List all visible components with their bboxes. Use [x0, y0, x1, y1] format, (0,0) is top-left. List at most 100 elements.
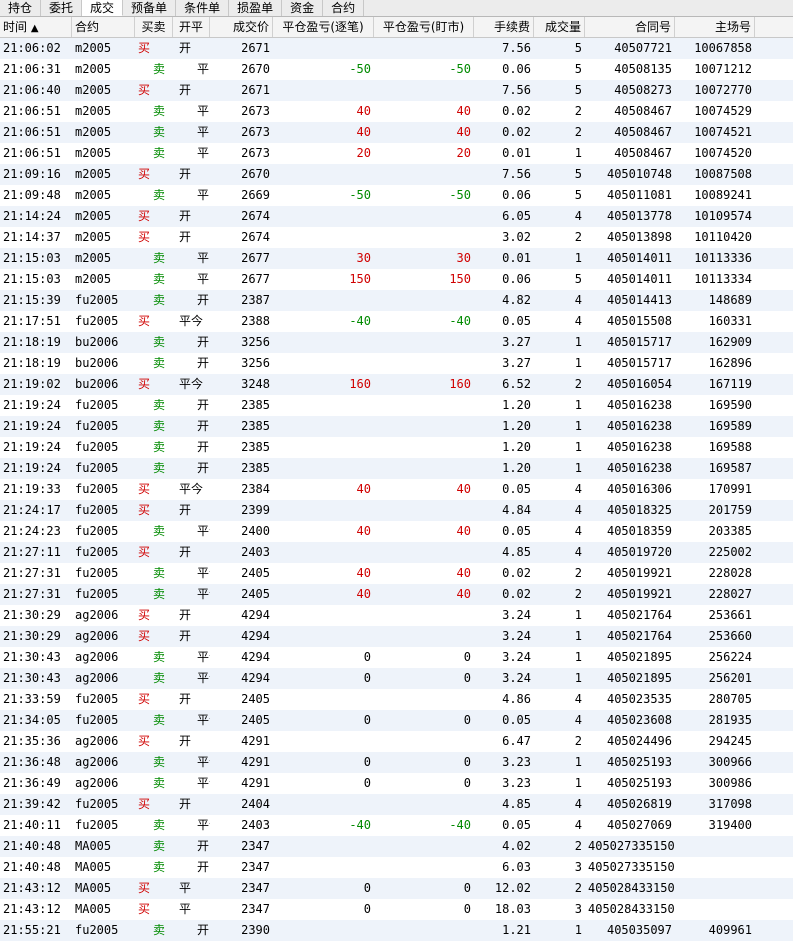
table-row[interactable]: 21:27:31 fu2005 卖 平今 2405 40 40 0.02 2 405019921 2…: [0, 584, 793, 605]
cell-openclose: 平今: [197, 566, 210, 580]
cell-price: 2405: [241, 692, 270, 706]
table-row[interactable]: 21:35:36 ag2006 买 开 4291 6.47 2 405024496 294245: [0, 731, 793, 752]
table-row[interactable]: 21:39:42 fu2005 买 开 2404 4.85 4 405026819 317098: [0, 794, 793, 815]
col-header-fee[interactable]: 手续费: [474, 17, 534, 37]
col-header-qty[interactable]: 成交量: [534, 17, 585, 37]
table-row[interactable]: 21:06:40 m2005 买 开 2671 7.56 5 40508273 10072770: [0, 80, 793, 101]
table-row[interactable]: 21:40:48 MA005 卖 开 2347 4.02 2 4050273351500585…: [0, 836, 793, 857]
cell-time: 21:06:51: [3, 125, 61, 139]
table-row[interactable]: 21:43:12 MA005 买 平 2347 0 0 18.03 3 4050284331500…: [0, 899, 793, 920]
cell-time: 21:35:36: [3, 734, 61, 748]
tab-4[interactable]: 条件单: [176, 0, 230, 16]
cell-qty: 1: [574, 755, 582, 769]
table-row[interactable]: 21:27:31 fu2005 卖 平今 2405 40 40 0.02 2 405019921 2…: [0, 563, 793, 584]
tab-3[interactable]: 预备单: [123, 0, 177, 16]
cell-qty: 3: [574, 860, 582, 874]
table-row[interactable]: 21:24:17 fu2005 买 开 2399 4.84 4 405018325 201759: [0, 500, 793, 521]
table-row[interactable]: 21:06:51 m2005 卖 平 2673 40 40 0.02 2 40508467 1007…: [0, 101, 793, 122]
tab-1[interactable]: 委托: [41, 0, 83, 16]
table-row[interactable]: 21:06:51 m2005 卖 平 2673 20 20 0.01 1 40508467 1007…: [0, 143, 793, 164]
col-header-match-no[interactable]: 主场号: [675, 17, 755, 37]
cell-match-no: 280705: [708, 692, 752, 706]
table-row[interactable]: 21:30:29 ag2006 买 开 4294 3.24 1 405021764 253660: [0, 626, 793, 647]
table-row[interactable]: 21:30:43 ag2006 卖 平今 4294 0 0 3.24 1 405021895 256…: [0, 668, 793, 689]
table-row[interactable]: 21:19:24 fu2005 卖 开 2385 1.20 1 405016238 169590: [0, 395, 793, 416]
cell-price: 3256: [241, 335, 270, 349]
table-row[interactable]: 21:34:05 fu2005 卖 平今 2405 0 0 0.05 4 405023608 281…: [0, 710, 793, 731]
tab-6[interactable]: 资金: [282, 0, 324, 16]
col-header-contract-no[interactable]: 合同号: [585, 17, 675, 37]
table-row[interactable]: 21:15:03 m2005 卖 平 2677 150 150 0.06 5 405014011 1…: [0, 269, 793, 290]
cell-price: 2399: [241, 503, 270, 517]
cell-fee: 3.24: [502, 608, 531, 622]
cell-match-no: 225002: [708, 545, 752, 559]
table-row[interactable]: 21:14:37 m2005 买 开 2674 3.02 2 405013898 1011042…: [0, 227, 793, 248]
cell-pnl-trade: 0: [363, 650, 371, 664]
table-row[interactable]: 21:18:19 bu2006 卖 开 3256 3.27 1 405015717 162896: [0, 353, 793, 374]
table-row[interactable]: 21:06:51 m2005 卖 平 2673 40 40 0.02 2 40508467 1007…: [0, 122, 793, 143]
col-header-time[interactable]: 时间 ▲: [0, 17, 72, 37]
cell-openclose: 开: [197, 356, 210, 370]
table-row[interactable]: 21:19:33 fu2005 买 平今 2384 40 40 0.05 4 405016306 1…: [0, 479, 793, 500]
cell-time: 21:36:49: [3, 776, 61, 790]
cell-fee: 4.84: [502, 503, 531, 517]
table-row[interactable]: 21:40:48 MA005 卖 开 2347 6.03 3 4050273351500585…: [0, 857, 793, 878]
cell-qty: 4: [574, 503, 582, 517]
tab-7[interactable]: 合约: [323, 0, 365, 16]
cell-match-no: 169589: [708, 419, 752, 433]
cell-time: 21:40:48: [3, 860, 61, 874]
cell-match-no: 162896: [708, 356, 752, 370]
table-row[interactable]: 21:33:59 fu2005 买 开 2405 4.86 4 405023535 280705: [0, 689, 793, 710]
table-row[interactable]: 21:19:02 bu2006 买 平今 3248 160 160 6.52 2 40501605…: [0, 374, 793, 395]
table-row[interactable]: 21:36:48 ag2006 卖 平今 4291 0 0 3.23 1 405025193 300…: [0, 752, 793, 773]
col-header-pnl-mark[interactable]: 平仓盈亏(盯市): [374, 17, 474, 37]
table-row[interactable]: 21:09:16 m2005 买 开 2670 7.56 5 405010748 1008750…: [0, 164, 793, 185]
table-row[interactable]: 21:17:51 fu2005 买 平今 2388 -40 -40 0.05 4 40501550…: [0, 311, 793, 332]
table-row[interactable]: 21:24:23 fu2005 卖 平今 2400 40 40 0.05 4 405018359 2…: [0, 521, 793, 542]
cell-pnl-trade: 0: [363, 713, 371, 727]
table-row[interactable]: 21:27:11 fu2005 买 开 2403 4.85 4 405019720 225002: [0, 542, 793, 563]
cell-fee: 0.01: [502, 251, 531, 265]
table-row[interactable]: 21:19:24 fu2005 卖 开 2385 1.20 1 405016238 169588: [0, 437, 793, 458]
cell-side: 卖: [153, 587, 166, 601]
cell-contract-no: 4050273351500585451: [588, 839, 675, 853]
table-row[interactable]: 21:14:24 m2005 买 开 2674 6.05 4 405013778 1010957…: [0, 206, 793, 227]
col-header-openclose[interactable]: 开平: [173, 17, 210, 37]
cell-contract: ag2006: [75, 671, 119, 685]
cell-openclose: 开: [179, 209, 192, 223]
cell-qty: 1: [574, 671, 582, 685]
cell-contract: ag2006: [75, 650, 119, 664]
table-row[interactable]: 21:30:43 ag2006 卖 平今 4294 0 0 3.24 1 405021895 256…: [0, 647, 793, 668]
table-row[interactable]: 21:36:49 ag2006 卖 平今 4291 0 0 3.23 1 405025193 300…: [0, 773, 793, 794]
table-row[interactable]: 21:09:48 m2005 卖 平 2669 -50 -50 0.06 5 405011081 1…: [0, 185, 793, 206]
col-header-price[interactable]: 成交价: [210, 17, 273, 37]
table-row[interactable]: 21:15:39 fu2005 卖 开 2387 4.82 4 405014413 148689: [0, 290, 793, 311]
table-row[interactable]: 21:43:12 MA005 买 平 2347 0 0 12.02 2 4050284331500…: [0, 878, 793, 899]
col-header-contract[interactable]: 合约: [72, 17, 135, 37]
cell-match-no: 253660: [708, 629, 752, 643]
tab-0[interactable]: 持仓: [0, 0, 42, 16]
table-row[interactable]: 21:55:21 fu2005 卖 开 2390 1.21 1 405035097 409961: [0, 920, 793, 941]
table-row[interactable]: 21:15:03 m2005 卖 平 2677 30 30 0.01 1 405014011 101…: [0, 248, 793, 269]
table-row[interactable]: 21:19:24 fu2005 卖 开 2385 1.20 1 405016238 169589: [0, 416, 793, 437]
cell-match-no: 281935: [708, 713, 752, 727]
col-header-pnl-trade[interactable]: 平仓盈亏(逐笔): [273, 17, 374, 37]
cell-contract: MA005: [75, 881, 112, 895]
table-row[interactable]: 21:06:31 m2005 卖 平 2670 -50 -50 0.06 5 40508135 10…: [0, 59, 793, 80]
tab-5[interactable]: 损盈单: [229, 0, 283, 16]
table-row[interactable]: 21:30:29 ag2006 买 开 4294 3.24 1 405021764 253661: [0, 605, 793, 626]
cell-contract-no: 405019921: [606, 566, 672, 580]
table-row[interactable]: 21:40:11 fu2005 卖 平今 2403 -40 -40 0.05 4 40502706…: [0, 815, 793, 836]
cell-price: 4291: [241, 776, 270, 790]
cell-pnl-mark: [374, 80, 474, 101]
table-row[interactable]: 21:06:02 m2005 买 开 2671 7.56 5 40507721 10067858: [0, 38, 793, 59]
cell-qty: 4: [574, 713, 582, 727]
col-header-side[interactable]: 买卖: [135, 17, 173, 37]
cell-pnl-trade: 40: [356, 125, 371, 139]
cell-contract-no: 405011081: [606, 188, 672, 202]
cell-side: 买: [138, 41, 151, 55]
table-row[interactable]: 21:19:24 fu2005 卖 开 2385 1.20 1 405016238 169587: [0, 458, 793, 479]
cell-openclose: 平: [197, 188, 210, 202]
table-row[interactable]: 21:18:19 bu2006 卖 开 3256 3.27 1 405015717 162909: [0, 332, 793, 353]
tab-2[interactable]: 成交: [82, 0, 124, 16]
